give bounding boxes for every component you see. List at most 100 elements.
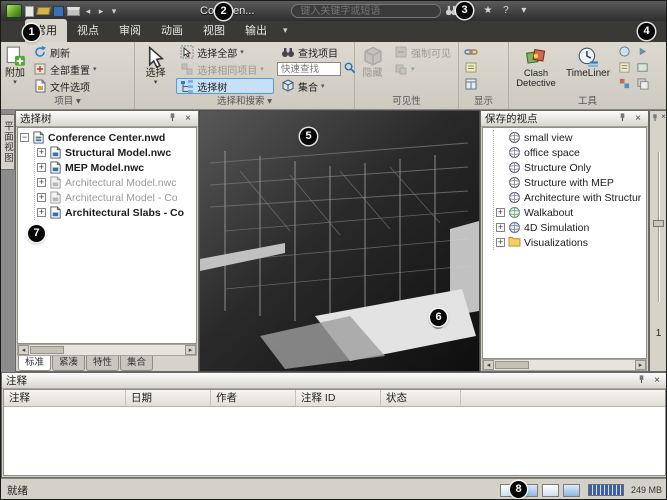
viewpoint-item[interactable]: Structure Only — [496, 160, 646, 175]
tab-view[interactable]: 视图 — [193, 19, 235, 42]
new-file-icon[interactable] — [25, 6, 34, 17]
collapse-icon[interactable]: − — [20, 133, 29, 142]
vertical-slider[interactable] — [653, 152, 664, 302]
hide-button[interactable]: 隐藏 — [358, 44, 387, 96]
tree-item[interactable]: + Architectural Model.nwc — [37, 175, 196, 190]
group-label-visibility[interactable]: 可见性 — [355, 96, 458, 109]
find-items-button[interactable]: 查找项目 — [277, 44, 351, 60]
print-icon[interactable] — [67, 7, 80, 16]
tab-animation[interactable]: 动画 — [151, 19, 193, 42]
viewpoint-item[interactable]: office space — [496, 145, 646, 160]
expand-icon[interactable]: + — [496, 238, 505, 247]
scripter-button[interactable] — [616, 60, 633, 75]
scrollbar-thumb[interactable] — [30, 346, 64, 354]
tree-tab-sets[interactable]: 集合 — [120, 356, 153, 371]
links-button[interactable] — [462, 44, 479, 59]
expand-icon[interactable]: + — [37, 178, 46, 187]
scroll-left-icon[interactable]: ◂ — [18, 345, 29, 355]
expand-icon[interactable]: + — [37, 193, 46, 202]
scroll-right-icon[interactable]: ▸ — [185, 345, 196, 355]
expand-icon[interactable]: + — [496, 223, 505, 232]
comments-list[interactable] — [4, 407, 665, 475]
quick-find-input[interactable] — [277, 62, 341, 76]
scroll-right-icon[interactable]: ▸ — [635, 360, 646, 370]
horizontal-scrollbar[interactable]: ◂ ▸ — [17, 344, 197, 356]
reset-all-button[interactable]: 全部重置 ▾ — [29, 61, 101, 77]
plan-view-tab[interactable]: 平面视图 — [1, 114, 15, 170]
select-button[interactable]: 选择 ▾ — [138, 44, 173, 96]
favorites-star-icon[interactable]: ★ — [480, 4, 495, 18]
tab-review[interactable]: 审阅 — [109, 19, 151, 42]
viewpoint-item[interactable]: Structure with MEP — [496, 175, 646, 190]
tree-item[interactable]: + Architectural Model - Co — [37, 190, 196, 205]
appearance-profiler-button[interactable] — [616, 76, 633, 91]
tree-item[interactable]: + MEP Model.nwc — [37, 160, 196, 175]
column-status[interactable]: 状态 — [381, 390, 461, 406]
presenter-button[interactable] — [616, 44, 633, 59]
scroll-left-icon[interactable]: ◂ — [483, 360, 494, 370]
viewpoint-folder-item[interactable]: + 4D Simulation — [496, 220, 646, 235]
hide-unselected-button[interactable]: ▾ — [390, 61, 455, 77]
select-all-button[interactable]: 选择全部 ▾ — [176, 44, 274, 60]
require-button[interactable]: 强制可见 — [390, 44, 455, 60]
expand-icon[interactable]: + — [37, 148, 46, 157]
timeliner-button[interactable]: TimeLiner — [563, 44, 613, 96]
open-file-icon[interactable] — [36, 7, 51, 15]
viewpoint-folder-item[interactable]: + Visualizations — [496, 235, 646, 250]
column-author[interactable]: 作者 — [211, 390, 296, 406]
tree-item[interactable]: + Architectural Slabs - Co — [37, 205, 196, 220]
close-icon[interactable]: × — [661, 113, 666, 124]
viewpoint-folder-item[interactable]: + Walkabout — [496, 205, 646, 220]
redo-icon[interactable]: ▸ — [96, 5, 106, 17]
group-label-select-search[interactable]: 选择和搜索 ▾ — [135, 96, 354, 109]
horizontal-scrollbar[interactable]: ◂ ▸ — [482, 359, 647, 371]
quick-properties-button[interactable] — [462, 60, 479, 75]
tree-tab-properties[interactable]: 特性 — [86, 356, 119, 371]
help-dropdown-icon[interactable]: ▾ — [516, 4, 531, 18]
tab-output[interactable]: 输出 — [235, 19, 277, 42]
app-logo-icon[interactable] — [6, 4, 22, 18]
pin-icon[interactable] — [651, 113, 659, 124]
refresh-button[interactable]: 刷新 — [29, 44, 101, 60]
expand-icon[interactable]: + — [37, 163, 46, 172]
search-input[interactable] — [291, 4, 441, 18]
close-icon[interactable]: × — [651, 375, 663, 387]
tree-item[interactable]: + Structural Model.nwc — [37, 145, 196, 160]
pin-icon[interactable] — [166, 112, 178, 126]
save-icon[interactable] — [53, 6, 64, 17]
group-label-tools[interactable]: 工具 — [509, 96, 666, 109]
clash-detective-button[interactable]: Clash Detective — [512, 44, 560, 96]
close-icon[interactable]: × — [182, 113, 194, 125]
selection-tree-button[interactable]: 选择树 — [176, 78, 274, 94]
expand-icon[interactable]: + — [37, 208, 46, 217]
scrollbar-thumb[interactable] — [495, 361, 529, 369]
batch-utility-button[interactable] — [634, 76, 651, 91]
tree-tab-standard[interactable]: 标准 — [18, 356, 51, 371]
sheet-last-icon[interactable] — [563, 484, 580, 497]
viewport-3d[interactable] — [199, 110, 480, 372]
group-label-project[interactable]: 项目 ▾ — [1, 96, 134, 109]
ribbon-display-toggle-icon[interactable]: ▾ — [277, 25, 294, 42]
pin-icon[interactable] — [635, 374, 647, 388]
datatools-button[interactable] — [634, 60, 651, 75]
sheet-next-icon[interactable] — [542, 484, 559, 497]
undo-icon[interactable]: ◂ — [83, 5, 93, 17]
qat-dropdown-icon[interactable]: ▾ — [109, 5, 119, 17]
properties-button[interactable] — [462, 76, 479, 91]
group-label-display[interactable]: 显示 — [459, 96, 508, 109]
sets-button[interactable]: 集合 ▾ — [277, 78, 351, 94]
expand-icon[interactable]: + — [496, 208, 505, 217]
column-comment[interactable]: 注释 — [4, 390, 126, 406]
viewpoint-item[interactable]: small view — [496, 130, 646, 145]
viewpoint-item[interactable]: Architecture with Structur — [496, 190, 646, 205]
pin-icon[interactable] — [616, 112, 628, 126]
slider-thumb[interactable] — [653, 220, 664, 227]
tab-viewpoint[interactable]: 视点 — [67, 19, 109, 42]
select-same-button[interactable]: 选择相同项目 ▾ — [176, 61, 274, 77]
file-options-button[interactable]: 文件选项 — [29, 78, 101, 94]
help-icon[interactable]: ? — [498, 4, 513, 18]
column-comment-id[interactable]: 注释 ID — [296, 390, 381, 406]
append-button[interactable]: 附加 ▾ — [4, 44, 26, 96]
tree-item-root[interactable]: − Conference Center.nwd — [20, 130, 196, 145]
column-date[interactable]: 日期 — [126, 390, 211, 406]
